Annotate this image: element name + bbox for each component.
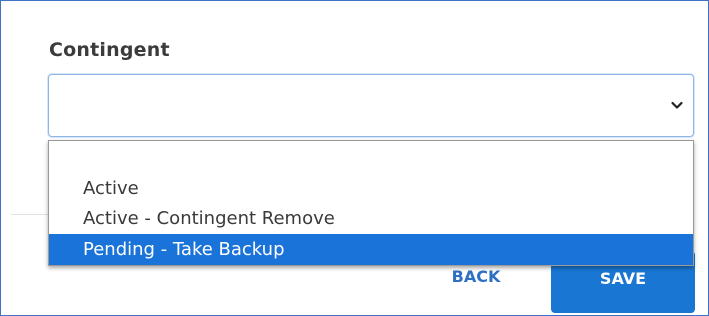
contingent-label: Contingent bbox=[49, 39, 170, 61]
option-active-contingent-remove[interactable]: Active - Contingent Remove bbox=[49, 203, 693, 234]
option-blank[interactable] bbox=[49, 141, 693, 173]
contingent-options-list: Active Active - Contingent Remove Pendin… bbox=[48, 140, 694, 266]
option-active[interactable]: Active bbox=[49, 173, 693, 204]
dialog-frame: Contingent BACK SAVE Active Active - Con… bbox=[0, 0, 709, 316]
chevron-down-icon bbox=[671, 101, 683, 109]
option-pending-take-backup[interactable]: Pending - Take Backup bbox=[49, 234, 693, 265]
contingent-select[interactable] bbox=[48, 74, 694, 137]
